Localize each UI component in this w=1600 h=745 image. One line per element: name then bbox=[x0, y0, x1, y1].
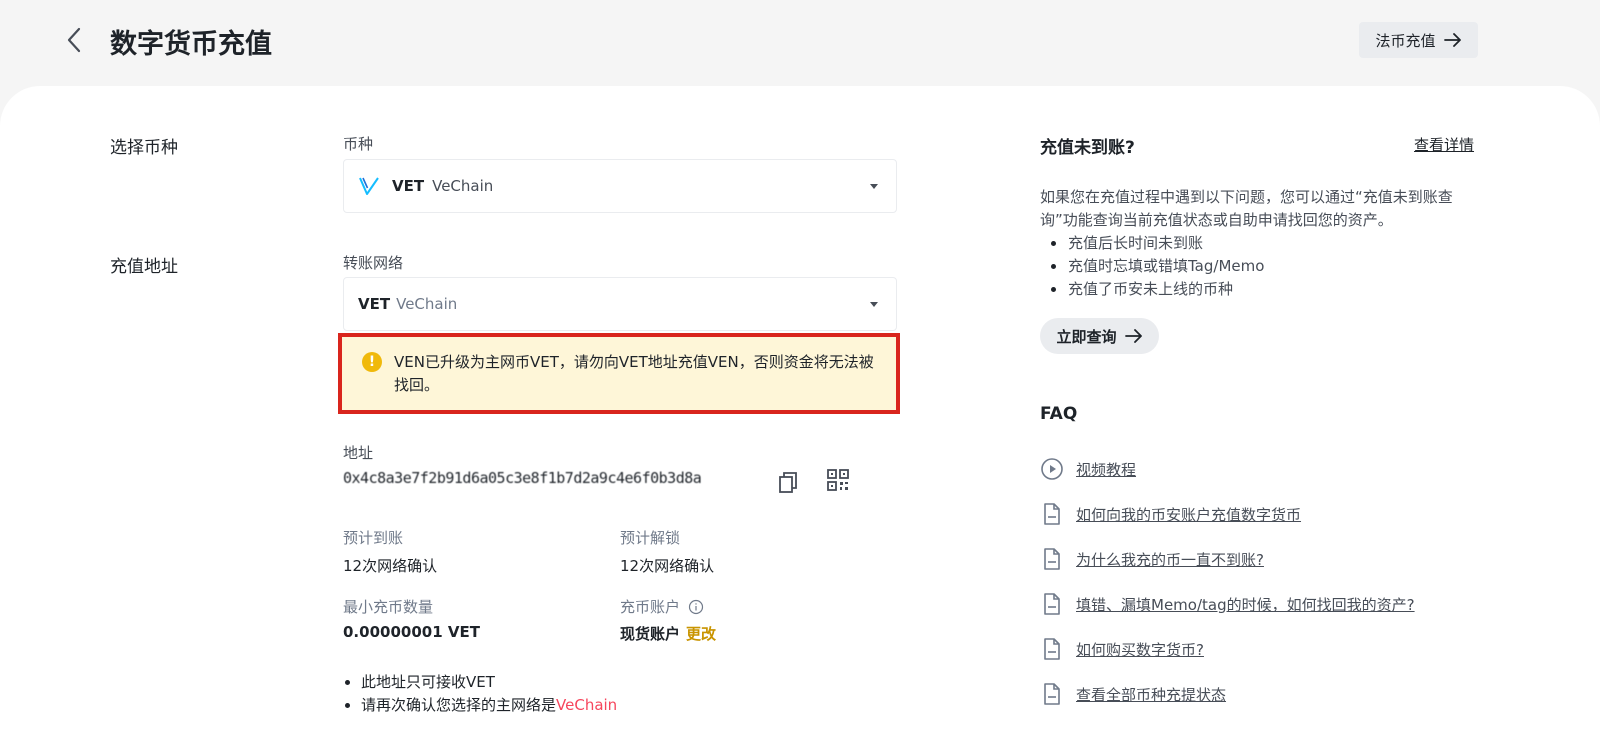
note-item: 此地址只可接收VET bbox=[343, 671, 617, 694]
play-circle-icon bbox=[1041, 458, 1063, 480]
arrow-right-icon bbox=[1124, 329, 1142, 343]
issue-item: 充值时忘填或错填Tag/Memo bbox=[1040, 255, 1264, 278]
back-arrow-icon[interactable] bbox=[62, 26, 86, 54]
faq-item-label: 如何向我的币安账户充值数字货币 bbox=[1076, 505, 1302, 524]
caret-down-icon bbox=[870, 184, 878, 189]
faq-item-not-arrived[interactable]: 为什么我充的币一直不到账? bbox=[1040, 546, 1264, 572]
note-item: 请再次确认您选择的主网络是VeChain bbox=[343, 694, 617, 717]
document-icon bbox=[1044, 683, 1060, 705]
faq-item-label: 如何购买数字货币? bbox=[1076, 640, 1204, 659]
deposit-address: 0x4c8a3e7f2b91d6a05c3e8f1b7d2a9c4e6f0b3d… bbox=[343, 469, 702, 487]
query-now-label: 立即查询 bbox=[1056, 327, 1117, 346]
network-name: VeChain bbox=[396, 295, 458, 313]
expected-arrival-label: 预计到账 bbox=[343, 529, 404, 547]
page-header: 数字货币充值 法币充值 bbox=[0, 0, 1600, 90]
faq-item-how-to-deposit[interactable]: 如何向我的币安账户充值数字货币 bbox=[1040, 501, 1301, 527]
qr-code-icon[interactable] bbox=[826, 468, 850, 492]
document-icon bbox=[1044, 503, 1060, 525]
issue-item: 充值了币安未上线的币种 bbox=[1040, 278, 1264, 301]
deposit-account-label-group: 充币账户 bbox=[620, 596, 704, 617]
network-warning-banner: ! VEN已升级为主网币VET，请勿向VET地址充值VEN，否则资金将无法被找回… bbox=[338, 333, 900, 414]
deposit-account-value-group: 现货账户 更改 bbox=[620, 623, 716, 644]
deposit-notes: 此地址只可接收VET 请再次确认您选择的主网络是VeChain bbox=[343, 671, 617, 717]
note-text: 请再次确认您选择的主网络是 bbox=[361, 696, 557, 714]
vechain-logo-icon bbox=[359, 177, 379, 195]
network-select[interactable]: VET VeChain bbox=[343, 277, 897, 331]
faq-item-label: 查看全部币种充提状态 bbox=[1076, 685, 1227, 704]
info-icon[interactable] bbox=[688, 599, 704, 615]
faq-item-label: 为什么我充的币一直不到账? bbox=[1076, 550, 1264, 569]
page-title: 数字货币充值 bbox=[110, 29, 272, 60]
coin-field-label: 币种 bbox=[343, 135, 374, 153]
document-icon bbox=[1044, 548, 1060, 570]
network-field-label: 转账网络 bbox=[343, 254, 404, 272]
faq-item-buy-crypto[interactable]: 如何购买数字货币? bbox=[1040, 636, 1204, 662]
warning-icon: ! bbox=[362, 352, 382, 372]
view-details-link[interactable]: 查看详情 bbox=[1414, 134, 1474, 155]
expected-unlock-value: 12次网络确认 bbox=[620, 557, 715, 575]
deposit-account-label: 充币账户 bbox=[620, 598, 681, 616]
query-now-button[interactable]: 立即查询 bbox=[1040, 318, 1159, 354]
coin-select[interactable]: VET VeChain bbox=[343, 159, 897, 213]
note-network-highlight: VeChain bbox=[556, 696, 618, 714]
copy-icon[interactable] bbox=[776, 470, 800, 494]
select-coin-section-label: 选择币种 bbox=[110, 138, 178, 158]
deposit-issue-list: 充值后长时间未到账 充值时忘填或错填Tag/Memo 充值了币安未上线的币种 bbox=[1040, 232, 1264, 301]
document-icon bbox=[1044, 638, 1060, 660]
min-deposit-label: 最小充币数量 bbox=[343, 598, 434, 616]
warning-text: VEN已升级为主网币VET，请勿向VET地址充值VEN，否则资金将无法被找回。 bbox=[394, 353, 874, 394]
deposit-issue-description: 如果您在充值过程中遇到以下问题，您可以通过“充值未到账查询”功能查询当前充值状态… bbox=[1040, 188, 1453, 229]
fiat-deposit-label: 法币充值 bbox=[1375, 31, 1436, 50]
faq-title: FAQ bbox=[1040, 404, 1078, 424]
expected-arrival-value: 12次网络确认 bbox=[343, 557, 438, 575]
arrow-right-icon bbox=[1443, 33, 1461, 47]
fiat-deposit-button[interactable]: 法币充值 bbox=[1359, 22, 1478, 58]
deposit-account-value: 现货账户 bbox=[620, 625, 681, 643]
faq-item-label: 填错、漏填Memo/tag的时候，如何找回我的资产? bbox=[1076, 595, 1415, 614]
min-deposit-value: 0.00000001 VET bbox=[343, 623, 480, 641]
faq-item-video-tutorial[interactable]: 视频教程 bbox=[1040, 456, 1136, 482]
network-symbol: VET bbox=[358, 295, 391, 313]
faq-item-all-status[interactable]: 查看全部币种充提状态 bbox=[1040, 681, 1226, 707]
document-icon bbox=[1044, 593, 1060, 615]
caret-down-icon bbox=[870, 302, 878, 307]
faq-item-label: 视频教程 bbox=[1076, 460, 1137, 479]
deposit-address-section-label: 充值地址 bbox=[110, 257, 178, 277]
deposit-issue-title: 充值未到账? bbox=[1040, 138, 1135, 158]
expected-unlock-label: 预计解锁 bbox=[620, 529, 681, 547]
faq-item-memo-recovery[interactable]: 填错、漏填Memo/tag的时候，如何找回我的资产? bbox=[1040, 591, 1415, 617]
issue-item: 充值后长时间未到账 bbox=[1040, 232, 1264, 255]
coin-symbol: VET bbox=[392, 177, 425, 195]
change-account-link[interactable]: 更改 bbox=[686, 625, 716, 643]
coin-name: VeChain bbox=[432, 177, 494, 195]
address-label: 地址 bbox=[343, 444, 374, 462]
